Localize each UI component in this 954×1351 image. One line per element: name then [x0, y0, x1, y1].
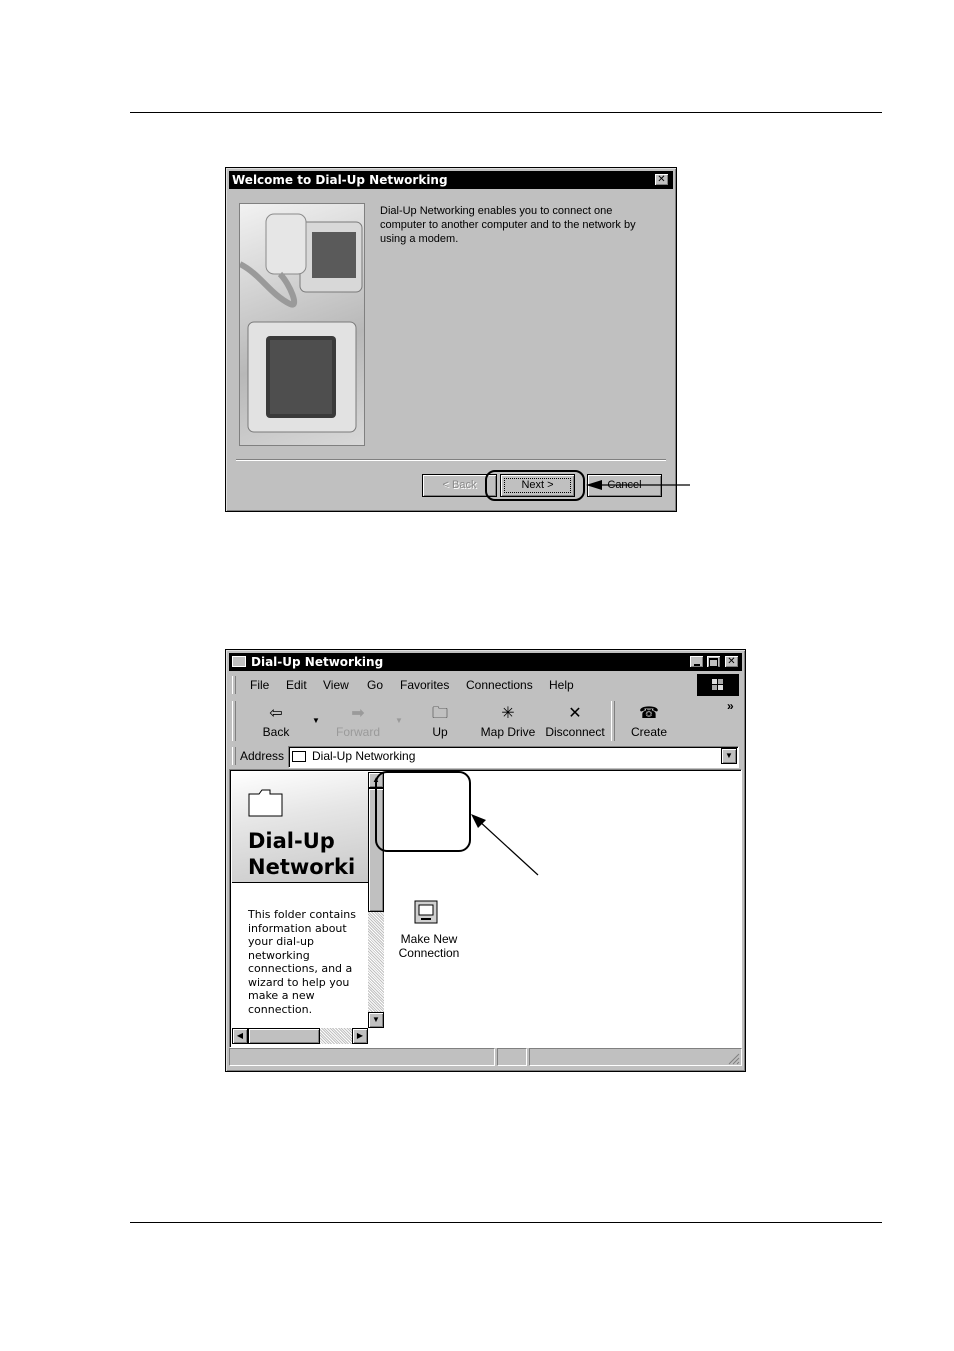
dialog-separator: [236, 459, 666, 461]
map-drive-icon: ✳: [501, 705, 515, 722]
minimize-icon: [693, 664, 700, 666]
close-icon: ✕: [727, 656, 736, 667]
minimize-button[interactable]: [689, 655, 704, 668]
create-label: Create: [630, 725, 668, 739]
create-connection-icon: ☎: [639, 705, 659, 722]
web-view-title: Dial-Up Networki: [248, 829, 356, 879]
menu-go[interactable]: Go: [367, 674, 383, 696]
resize-grip-icon[interactable]: [728, 1053, 740, 1065]
status-bar: [229, 1048, 742, 1067]
map-drive-label: Map Drive: [480, 725, 536, 739]
status-panel-mid: [497, 1048, 527, 1066]
back-label: Back: [262, 725, 290, 739]
scroll-h-thumb[interactable]: [248, 1028, 320, 1044]
status-panel-right: [529, 1048, 742, 1066]
top-rule: [130, 112, 882, 113]
wizard-illustration: [239, 203, 365, 446]
scroll-down-button[interactable]: ▼: [368, 1012, 384, 1028]
phone-computer-icon: [414, 900, 438, 924]
maximize-icon: [709, 658, 718, 667]
address-gripper: [232, 747, 236, 765]
address-bar: Address Dial-Up Networking ▼: [232, 745, 739, 768]
menu-file[interactable]: File: [250, 674, 269, 696]
forward-arrow-icon: ➡: [351, 705, 365, 722]
menubar-gripper: [232, 676, 236, 694]
map-drive-toolbar-button[interactable]: ✳ Map Drive: [478, 703, 538, 743]
make-new-connection-pointer-arrow: [471, 814, 539, 876]
dialog-title: Welcome to Dial-Up Networking: [232, 173, 448, 187]
up-label: Up: [432, 725, 448, 739]
disconnect-drive-icon: ✕: [568, 705, 582, 722]
side-horizontal-scrollbar[interactable]: ◀ ▶: [232, 1028, 368, 1044]
dialog-description: Dial-Up Networking enables you to connec…: [380, 205, 636, 245]
status-panel-main: [229, 1048, 495, 1066]
folder-content-area: Dial-Up Networki This folder contains in…: [229, 769, 742, 1048]
folder-network-icon: [232, 656, 246, 667]
windows-logo: [697, 674, 739, 696]
dialog-close-button[interactable]: ✕: [654, 173, 669, 186]
explorer-titlebar: Dial-Up Networking ✕: [229, 653, 742, 671]
dialog-titlebar: Welcome to Dial-Up Networking ✕: [229, 171, 673, 189]
toolbar-gripper: [232, 701, 236, 741]
windows-flag-icon: [712, 679, 723, 690]
make-new-connection-callout: [375, 771, 471, 852]
close-icon: ✕: [657, 174, 666, 185]
menu-help[interactable]: Help: [549, 674, 574, 696]
back-arrow-icon: ⇦: [269, 705, 283, 722]
scroll-left-button[interactable]: ◀: [232, 1028, 248, 1044]
address-label: Address: [240, 749, 285, 763]
make-new-connection-icon[interactable]: [412, 898, 442, 928]
disconnect-label: Disconnect: [545, 725, 605, 739]
toolbar-more-chevron[interactable]: »: [727, 699, 734, 713]
disconnect-toolbar-button[interactable]: ✕ Disconnect: [542, 703, 608, 743]
maximize-button[interactable]: [706, 655, 721, 668]
close-button[interactable]: ✕: [724, 655, 739, 668]
menu-connections[interactable]: Connections: [466, 674, 533, 696]
address-dropdown-button[interactable]: ▼: [721, 748, 737, 764]
next-button-callout: [485, 470, 585, 501]
back-dropdown-icon[interactable]: ▼: [312, 716, 320, 725]
forward-dropdown-icon[interactable]: ▼: [395, 716, 403, 725]
web-view-header: Dial-Up Networki: [232, 772, 368, 883]
forward-toolbar-button[interactable]: ➡ Forward: [330, 703, 386, 743]
welcome-dialog: Welcome to Dial-Up Networking ✕ Dial-Up …: [225, 167, 677, 512]
up-folder-icon: 🗀: [431, 705, 448, 722]
menu-favorites[interactable]: Favorites: [400, 674, 449, 696]
toolbar-separator: [611, 701, 615, 741]
explorer-title: Dial-Up Networking: [251, 655, 384, 669]
bottom-rule: [130, 1222, 882, 1223]
back-toolbar-button[interactable]: ⇦ Back: [250, 703, 302, 743]
make-new-connection-label[interactable]: Make New Connection: [390, 932, 468, 960]
folder-icon: [248, 789, 283, 817]
address-folder-icon: [292, 751, 306, 762]
web-view-panel: Dial-Up Networki This folder contains in…: [232, 772, 368, 1028]
computer-monitors-image: [240, 213, 363, 433]
menu-edit[interactable]: Edit: [286, 674, 307, 696]
address-value: Dial-Up Networking: [312, 749, 416, 763]
menu-view[interactable]: View: [323, 674, 349, 696]
menu-bar: File Edit View Go Favorites Connections …: [232, 674, 699, 696]
web-view-description: This folder contains information about y…: [248, 908, 356, 1016]
scroll-right-button[interactable]: ▶: [352, 1028, 368, 1044]
up-toolbar-button[interactable]: 🗀 Up: [418, 703, 462, 743]
forward-label: Forward: [335, 725, 380, 739]
address-field[interactable]: Dial-Up Networking ▼: [288, 746, 739, 768]
cancel-pointer-arrow: [586, 480, 690, 490]
create-toolbar-button[interactable]: ☎ Create: [624, 703, 674, 743]
